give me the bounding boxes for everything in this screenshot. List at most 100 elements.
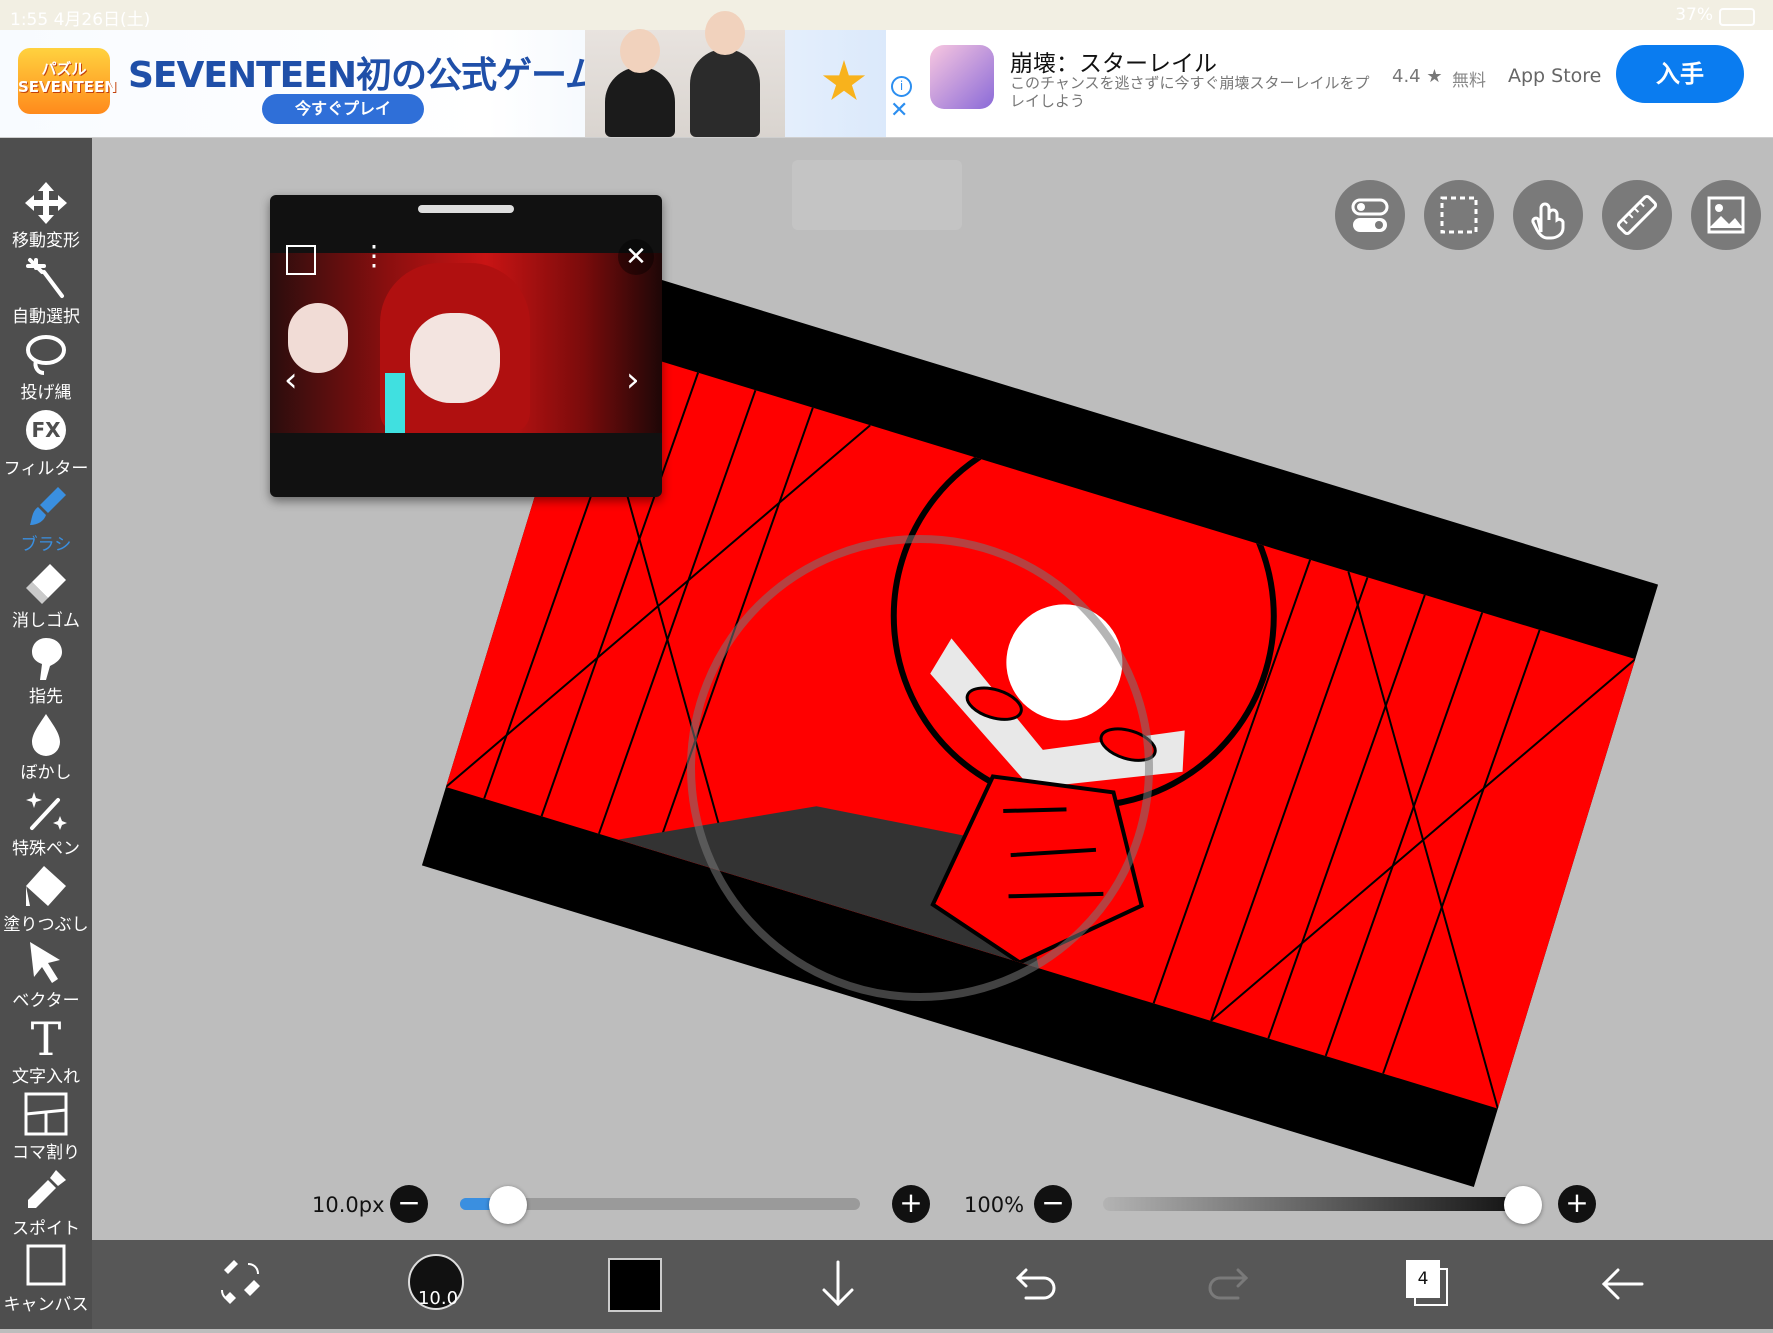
- swap-tools-button[interactable]: [210, 1240, 270, 1329]
- size-increase-button[interactable]: +: [892, 1185, 930, 1223]
- selection-icon: [1440, 196, 1478, 234]
- hidden-toast: [792, 160, 962, 230]
- battery-icon: [1719, 8, 1755, 26]
- lasso-icon: [26, 335, 66, 375]
- move-icon: [25, 182, 67, 224]
- ad-headline: SEVENTEEN初の公式ゲーム: [128, 55, 601, 96]
- tool-label: ブラシ: [20, 535, 72, 555]
- status-time: 1:55 4月26日(土): [10, 10, 151, 30]
- brush-size-preview[interactable]: 10.0: [408, 1240, 468, 1329]
- ad-app-icon[interactable]: [930, 45, 994, 109]
- tool-label: 消しゴム: [12, 611, 80, 631]
- image-button[interactable]: [1691, 180, 1761, 250]
- tool-special-pen[interactable]: 特殊ペン: [0, 788, 92, 864]
- ad-info-icon[interactable]: i: [891, 76, 912, 97]
- battery-percent: 37%: [1675, 5, 1713, 25]
- close-icon[interactable]: ✕: [618, 239, 654, 275]
- hand-button[interactable]: [1513, 180, 1583, 250]
- tool-sidebar: 移動変形 自動選択 投げ縄 FX フィルター ブラシ 消しゴム 指先 ぼかし 特…: [0, 138, 92, 1329]
- undo-button[interactable]: [1004, 1240, 1064, 1329]
- reference-highlight: [385, 373, 405, 433]
- opacity-decrease-button[interactable]: −: [1034, 1185, 1072, 1223]
- ruler-button[interactable]: [1602, 180, 1672, 250]
- brush-icon: [30, 487, 66, 525]
- color-picker-button[interactable]: [608, 1240, 662, 1329]
- back-button[interactable]: [1592, 1240, 1652, 1329]
- tool-fill[interactable]: 塗りつぶし: [0, 864, 92, 940]
- tool-label: 特殊ペン: [12, 839, 80, 859]
- canvas-icon: [26, 1244, 66, 1286]
- image-icon: [1707, 196, 1745, 234]
- tool-vector[interactable]: ベクター: [0, 940, 92, 1016]
- previous-icon[interactable]: ‹: [284, 360, 298, 400]
- tool-label: 自動選択: [12, 307, 80, 327]
- brush-size-knob[interactable]: [489, 1186, 527, 1224]
- next-icon[interactable]: ›: [626, 360, 640, 400]
- tool-finger[interactable]: 指先: [0, 636, 92, 712]
- vector-icon: [30, 942, 60, 983]
- opacity-increase-button[interactable]: +: [1558, 1185, 1596, 1223]
- layers-count-badge: 4: [1406, 1260, 1440, 1298]
- ad-person: [605, 29, 675, 137]
- ad-app-title[interactable]: 崩壊：スターレイル: [1010, 44, 1217, 78]
- ad-store-label: App Store: [1508, 65, 1602, 87]
- tool-label: 投げ縄: [20, 383, 72, 403]
- tool-label: スポイト: [12, 1219, 80, 1239]
- tool-blur[interactable]: ぼかし: [0, 712, 92, 788]
- finger-icon: [32, 638, 62, 680]
- drag-handle[interactable]: [418, 205, 514, 213]
- ad-get-button[interactable]: 入手: [1616, 45, 1744, 103]
- redo-button[interactable]: [1200, 1240, 1260, 1329]
- tool-lasso[interactable]: 投げ縄: [0, 332, 92, 408]
- tool-frame-divider[interactable]: コマ割り: [0, 1092, 92, 1168]
- ad-banner[interactable]: パズル SEVENTEEN SEVENTEEN初の公式ゲーム 今すぐプレイ i …: [0, 11, 1773, 138]
- ad-creative[interactable]: パズル SEVENTEEN SEVENTEEN初の公式ゲーム 今すぐプレイ: [0, 11, 886, 137]
- back-arrow-icon: [1601, 1268, 1644, 1300]
- settings-toggle-button[interactable]: [1335, 180, 1405, 250]
- special-pen-icon: [26, 792, 67, 830]
- opacity-knob[interactable]: [1504, 1186, 1542, 1224]
- ad-photo: [585, 11, 785, 137]
- star-icon: [822, 60, 866, 101]
- selection-button[interactable]: [1424, 180, 1494, 250]
- fill-icon: [26, 866, 66, 906]
- redo-icon: [1208, 1268, 1249, 1300]
- ad-game-logo: パズル SEVENTEEN: [18, 48, 117, 114]
- undo-icon: [1015, 1268, 1056, 1300]
- tool-eyedropper[interactable]: スポイト: [0, 1168, 92, 1244]
- tool-label: ベクター: [12, 991, 80, 1011]
- tool-label: 文字入れ: [12, 1067, 80, 1087]
- ad-play-button[interactable]: 今すぐプレイ: [262, 94, 424, 124]
- tool-auto-select[interactable]: 自動選択: [0, 256, 92, 332]
- tool-label: コマ割り: [12, 1143, 80, 1163]
- swap-icon: [221, 1260, 260, 1304]
- reference-image: [270, 253, 662, 433]
- download-button[interactable]: [808, 1240, 868, 1329]
- tool-canvas[interactable]: キャンバス: [0, 1244, 92, 1320]
- tool-filter[interactable]: FX フィルター: [0, 408, 92, 484]
- more-icon[interactable]: ⋮: [360, 239, 388, 272]
- ad-person: [690, 11, 760, 137]
- tool-label: フィルター: [3, 459, 89, 479]
- ad-app-description: このチャンスを逃さずに今すぐ崩壊スターレイルをプレイしよう: [1010, 74, 1370, 110]
- eyedropper-icon: [28, 1170, 66, 1208]
- frame-divider-icon: [24, 1092, 68, 1136]
- reference-toggle-icon[interactable]: [286, 245, 316, 275]
- reference-face: [410, 313, 500, 403]
- tool-label: ぼかし: [20, 763, 72, 783]
- ad-close-icon[interactable]: ✕: [890, 98, 908, 123]
- tool-text[interactable]: T 文字入れ: [0, 1016, 92, 1092]
- size-decrease-button[interactable]: −: [390, 1185, 428, 1223]
- status-bar: 1:55 4月26日(土) 37%: [0, 0, 1773, 30]
- brush-size-readout: 10.0px: [312, 1193, 385, 1217]
- tool-move-transform[interactable]: 移動変形: [0, 180, 92, 256]
- tool-eraser[interactable]: 消しゴム: [0, 560, 92, 636]
- layers-button[interactable]: 4: [1396, 1240, 1456, 1329]
- tool-brush[interactable]: ブラシ: [0, 484, 92, 560]
- reference-window[interactable]: ⋮ ✕ ‹ ›: [270, 195, 662, 497]
- magic-wand-icon: [26, 258, 64, 298]
- ad-price: 無料: [1452, 71, 1486, 91]
- toggle-icon: [1351, 198, 1389, 232]
- arrow-down-icon: [822, 1260, 854, 1307]
- opacity-slider[interactable]: [1103, 1197, 1523, 1211]
